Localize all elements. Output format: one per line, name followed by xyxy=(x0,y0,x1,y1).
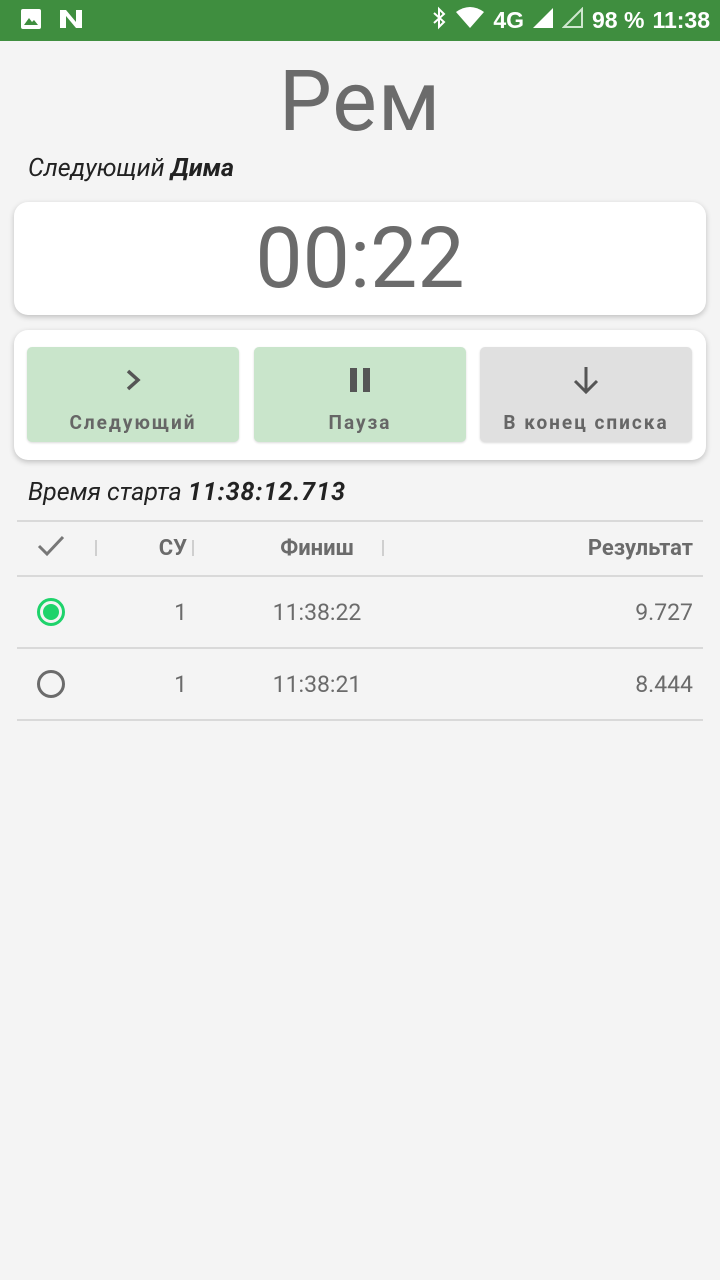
row-result: 9.727 xyxy=(635,598,693,626)
table-row[interactable]: 1 11:38:22 9.727 xyxy=(17,575,703,647)
check-icon xyxy=(37,534,65,564)
row-finish: 11:38:22 xyxy=(272,598,362,626)
clock: 11:38 xyxy=(652,7,710,33)
next-participant: Следующий Дима xyxy=(28,154,234,183)
header-finish[interactable]: Финиш xyxy=(237,522,397,575)
row-radio-cell[interactable] xyxy=(37,649,77,719)
wifi-icon xyxy=(455,6,485,36)
pause-button-label: Пауза xyxy=(328,411,392,434)
row-radio-cell[interactable] xyxy=(37,577,77,647)
next-button-label: Следующий xyxy=(69,411,197,434)
column-separator[interactable] xyxy=(95,540,97,556)
n-icon xyxy=(58,8,84,34)
next-button[interactable]: Следующий xyxy=(27,347,239,442)
timer-display: 00:22 xyxy=(255,209,465,308)
column-separator[interactable] xyxy=(192,540,194,556)
start-time: Время старта 11:38:12.713 xyxy=(28,478,346,507)
row-finish: 11:38:21 xyxy=(272,670,362,698)
controls-card: Следующий Пауза В конец списка xyxy=(14,330,706,460)
row-radio[interactable] xyxy=(37,670,65,698)
row-radio-selected[interactable] xyxy=(37,598,65,626)
move-to-end-button-label: В конец списка xyxy=(503,411,669,434)
results-table: СУ Финиш Результат 1 11:38:22 9.727 1 11… xyxy=(17,520,703,721)
start-prefix: Время старта xyxy=(28,478,182,507)
timer-card: 00:22 xyxy=(14,202,706,315)
move-to-end-button[interactable]: В конец списка xyxy=(480,347,692,442)
bluetooth-icon xyxy=(431,6,447,36)
row-result: 8.444 xyxy=(635,670,693,698)
start-time-value: 11:38:12.713 xyxy=(187,478,347,507)
next-prefix: Следующий xyxy=(28,154,165,183)
header-su[interactable]: СУ xyxy=(127,522,187,575)
page-title: Рем xyxy=(278,52,442,151)
chevron-right-icon xyxy=(123,368,143,397)
table-row[interactable]: 1 11:38:21 8.444 xyxy=(17,647,703,721)
pause-icon xyxy=(348,367,372,398)
next-name: Дима xyxy=(170,154,234,183)
header-result[interactable]: Результат xyxy=(493,522,693,575)
arrow-down-icon xyxy=(571,365,601,400)
pause-button[interactable]: Пауза xyxy=(254,347,466,442)
table-header: СУ Финиш Результат xyxy=(17,520,703,575)
row-su: 1 xyxy=(174,670,187,698)
signal-icon xyxy=(532,7,554,35)
row-su: 1 xyxy=(174,598,187,626)
column-separator[interactable] xyxy=(382,540,384,556)
header-check-cell[interactable] xyxy=(37,522,77,575)
image-icon xyxy=(20,8,42,34)
status-bar: 4G 98 % 11:38 xyxy=(0,0,720,41)
signal-empty-icon xyxy=(561,6,584,35)
network-type: 4G xyxy=(493,7,524,33)
battery-level: 98 % xyxy=(592,7,645,33)
